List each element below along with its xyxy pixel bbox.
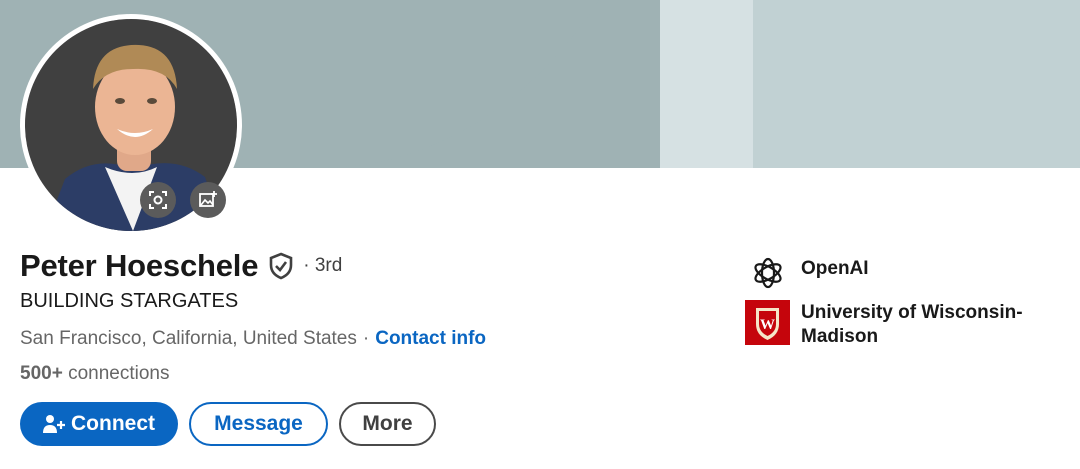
uw-madison-crest-icon: W bbox=[745, 300, 790, 345]
org-name-uw-madison: University of Wisconsin-Madison bbox=[801, 302, 1023, 347]
name-row: Peter Hoeschele · 3rd bbox=[20, 248, 342, 284]
connections-number: 500+ bbox=[20, 363, 63, 384]
verified-shield-icon[interactable] bbox=[267, 251, 295, 281]
connect-label: Connect bbox=[71, 412, 155, 435]
connect-button[interactable]: Connect bbox=[20, 402, 178, 446]
profile-avatar[interactable] bbox=[20, 14, 242, 236]
svg-text:W: W bbox=[760, 317, 775, 333]
message-label: Message bbox=[214, 412, 303, 435]
contact-info-link[interactable]: Contact info bbox=[375, 328, 486, 350]
more-button[interactable]: More bbox=[339, 402, 436, 446]
message-button[interactable]: Message bbox=[189, 402, 328, 446]
org-uw-madison[interactable]: W University of Wisconsin-Madison bbox=[745, 300, 1051, 349]
openai-logo-icon bbox=[745, 250, 790, 295]
face-frame-icon bbox=[149, 191, 167, 209]
add-image-icon bbox=[199, 191, 217, 207]
banner-strip bbox=[753, 0, 1080, 168]
connections-label: connections bbox=[68, 363, 170, 384]
org-openai[interactable]: OpenAI bbox=[745, 250, 1051, 295]
profile-headline: BUILDING STARGATES bbox=[20, 290, 239, 312]
add-person-icon bbox=[43, 414, 65, 434]
connection-degree: · 3rd bbox=[303, 255, 343, 276]
add-image-button[interactable] bbox=[190, 182, 226, 218]
location-separator: · bbox=[362, 328, 370, 349]
face-frame-button[interactable] bbox=[140, 182, 176, 218]
profile-name: Peter Hoeschele bbox=[20, 248, 259, 283]
location-row: San Francisco, California, United States… bbox=[20, 328, 486, 350]
profile-location: San Francisco, California, United States bbox=[20, 328, 357, 349]
org-name-openai: OpenAI bbox=[801, 258, 869, 279]
more-label: More bbox=[362, 412, 413, 435]
connections-count[interactable]: 500+ connections bbox=[20, 363, 169, 385]
